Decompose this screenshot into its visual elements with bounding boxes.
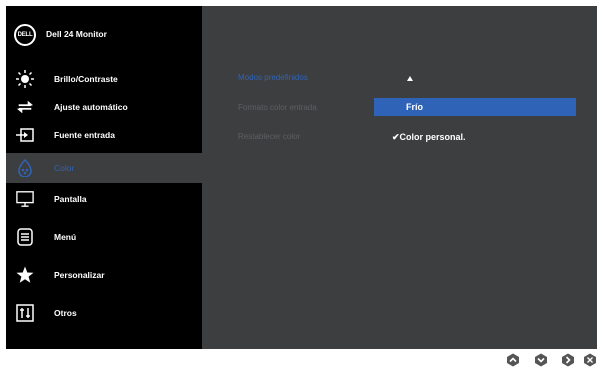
- sidebar-item-brightness-contrast[interactable]: Brillo/Contraste: [6, 64, 202, 94]
- preset-value-highlight[interactable]: Frío: [374, 98, 576, 116]
- option-preset-modes[interactable]: Modos predefinidos: [238, 73, 308, 82]
- down-button-icon[interactable]: [534, 353, 548, 367]
- sidebar-item-label: Otros: [54, 308, 77, 318]
- exit-button-icon[interactable]: [583, 353, 597, 367]
- sidebar-item-label: Fuente entrada: [54, 130, 115, 140]
- scroll-up-arrow-icon[interactable]: [407, 76, 413, 81]
- sidebar-item-others[interactable]: Otros: [6, 298, 202, 328]
- sidebar-item-color[interactable]: Color: [6, 153, 202, 183]
- sidebar-item-label: Brillo/Contraste: [54, 74, 118, 84]
- color-palette-icon: [16, 159, 34, 177]
- display-icon: [16, 190, 34, 208]
- selected-color-value[interactable]: ✔Color personal.: [392, 132, 466, 143]
- osd-main-panel: Modos predefinidos Formato color entrada…: [202, 6, 597, 349]
- monitor-title: Dell 24 Monitor: [46, 29, 107, 39]
- star-icon: [16, 266, 34, 284]
- other-settings-icon: [16, 304, 34, 322]
- input-source-icon: [16, 126, 34, 144]
- option-input-color-format[interactable]: Formato color entrada: [238, 103, 317, 112]
- option-reset-color[interactable]: Restablecer color: [238, 132, 300, 141]
- up-button-icon[interactable]: [506, 353, 520, 367]
- sidebar-item-label: Ajuste automático: [54, 102, 128, 112]
- sidebar-item-personalize[interactable]: Personalizar: [6, 260, 202, 290]
- osd-sidebar: DELL Dell 24 Monitor Brillo/Contraste Aj…: [6, 6, 202, 349]
- dell-logo: DELL: [14, 24, 36, 46]
- sidebar-item-auto-adjust[interactable]: Ajuste automático: [6, 92, 202, 122]
- sidebar-item-input-source[interactable]: Fuente entrada: [6, 120, 202, 150]
- monitor-osd: DELL Dell 24 Monitor Brillo/Contraste Aj…: [6, 6, 597, 349]
- preset-value-label: Frío: [406, 102, 423, 112]
- sidebar-item-label: Personalizar: [54, 270, 105, 280]
- auto-adjust-icon: [16, 98, 34, 116]
- menu-icon: [16, 228, 34, 246]
- monitor-button-row: [500, 349, 597, 372]
- sidebar-item-display[interactable]: Pantalla: [6, 184, 202, 214]
- brightness-icon: [16, 70, 34, 88]
- sidebar-item-menu[interactable]: Menú: [6, 222, 202, 252]
- osd-header: DELL Dell 24 Monitor: [6, 6, 202, 56]
- sidebar-item-label: Pantalla: [54, 194, 87, 204]
- enter-button-icon[interactable]: [561, 353, 575, 367]
- sidebar-item-label: Color: [54, 163, 75, 173]
- sidebar-item-label: Menú: [54, 232, 77, 242]
